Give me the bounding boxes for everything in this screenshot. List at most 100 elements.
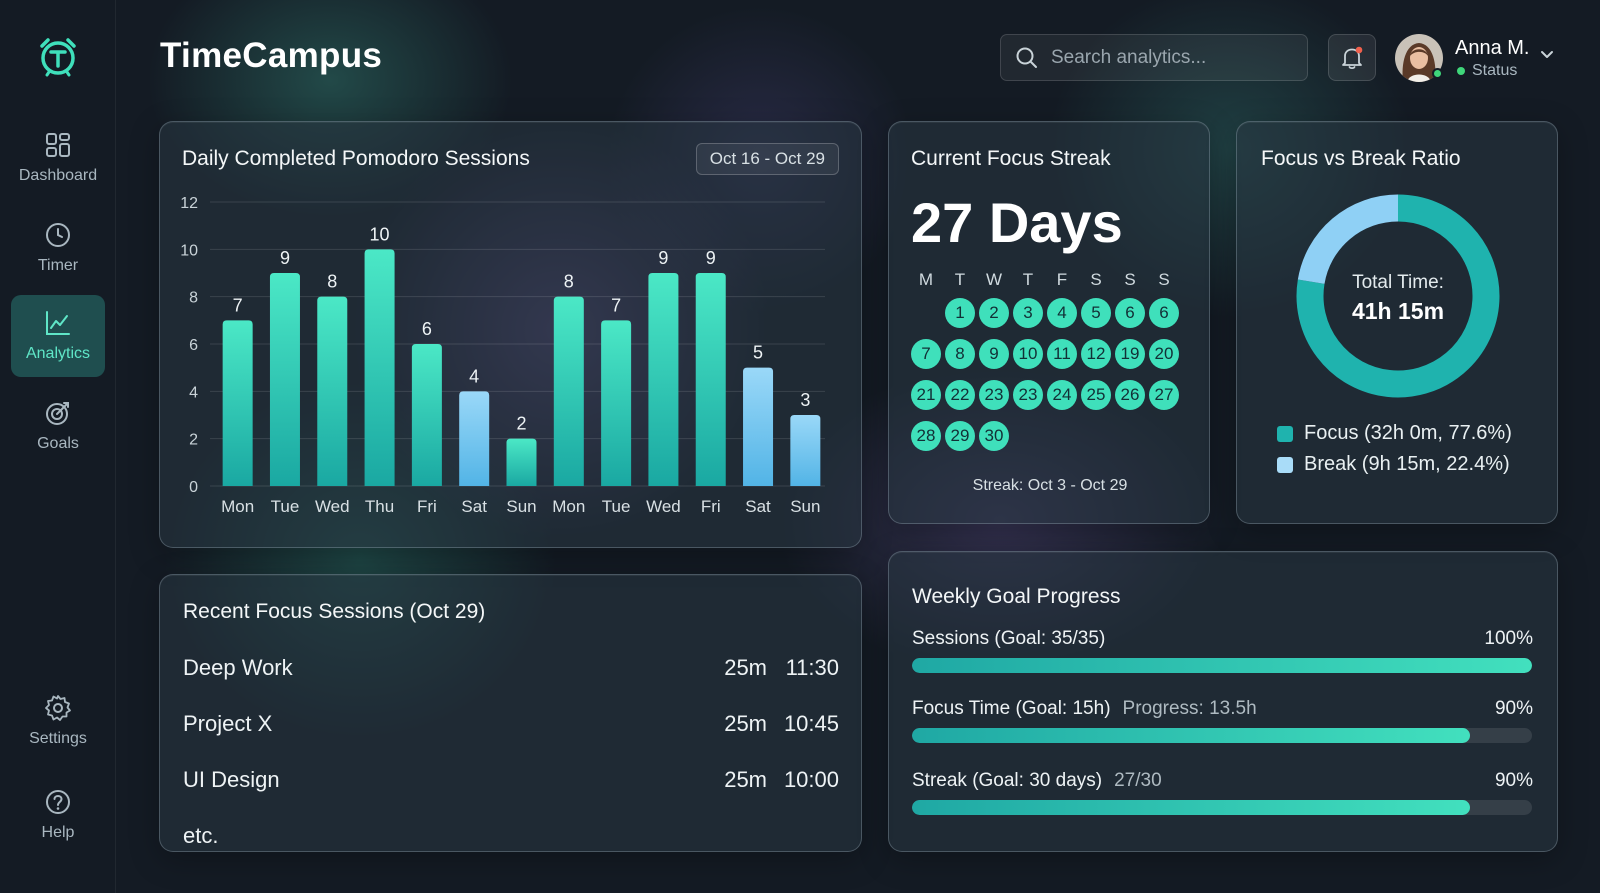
calendar-day[interactable]: 29	[945, 421, 975, 451]
weekday-header: M	[918, 270, 934, 289]
session-duration: 25m	[724, 767, 767, 792]
x-tick-label: Fri	[701, 497, 721, 516]
bar-value-label: 6	[422, 319, 432, 339]
goal-percent: 90%	[1494, 698, 1533, 719]
calendar-day[interactable]: 3	[1013, 298, 1043, 328]
donut-center-label: Total Time:	[1352, 272, 1444, 293]
calendar-day[interactable]: 10	[1013, 339, 1043, 369]
nav-timer[interactable]: Timer	[11, 207, 105, 289]
bar-value-label: 10	[370, 224, 390, 244]
calendar-day[interactable]: 23	[979, 380, 1009, 410]
calendar-day[interactable]: 24	[1047, 380, 1077, 410]
goal-progress-fill	[912, 728, 1470, 743]
goal-percent: 100%	[1484, 628, 1533, 649]
session-row[interactable]: UI Design 25m 10:00	[183, 767, 839, 793]
calendar-day[interactable]: 21	[911, 380, 941, 410]
bar	[695, 273, 726, 486]
calendar-day[interactable]: 26	[1115, 380, 1145, 410]
search-bar[interactable]	[1000, 34, 1308, 81]
x-tick-label: Tue	[602, 497, 631, 516]
goal-label-streak: Streak (Goal: 30 days) 27/30	[912, 770, 1162, 792]
calendar-day[interactable]: 27	[1149, 380, 1179, 410]
calendar-day[interactable]: 6	[1115, 298, 1145, 328]
calendar-day[interactable]: 1	[945, 298, 975, 328]
x-tick-label: Sat	[745, 497, 771, 516]
goal-progress-fill	[912, 658, 1532, 673]
focus-streak-card: Current Focus Streak 27 Days MTWTFSSS123…	[888, 121, 1210, 524]
x-tick-label: Fri	[417, 497, 437, 516]
bar	[601, 320, 632, 486]
nav-help[interactable]: Help	[11, 774, 105, 856]
y-tick-label: 2	[189, 432, 198, 449]
bar-value-label: 8	[564, 272, 574, 292]
sidebar: Dashboard Timer Analytics Goals Settings	[0, 0, 116, 893]
x-tick-label: Mon	[552, 497, 585, 516]
alarm-clock-logo-icon	[36, 34, 80, 78]
status-indicator-icon	[1457, 67, 1465, 75]
x-tick-label: Mon	[221, 497, 254, 516]
bar	[364, 249, 395, 486]
session-row[interactable]: Project X 25m 10:45	[183, 711, 839, 737]
weekday-header: F	[1056, 270, 1068, 289]
weekday-header: T	[1022, 270, 1034, 289]
session-duration: 25m	[724, 711, 767, 736]
calendar-day[interactable]: 4	[1047, 298, 1077, 328]
bar	[743, 367, 774, 486]
calendar-day[interactable]: 7	[911, 339, 941, 369]
nav-settings[interactable]: Settings	[11, 680, 105, 762]
app-title: TimeCampus	[160, 36, 383, 75]
session-time: 10:00	[783, 767, 839, 792]
goal-label-text: Focus Time (Goal: 15h)	[912, 698, 1111, 719]
session-time: 10:45	[783, 711, 839, 736]
donut-center-value: 41h 15m	[1351, 298, 1445, 324]
online-status-dot	[1432, 68, 1443, 79]
weekly-goal-card: Weekly Goal Progress Sessions (Goal: 35/…	[888, 551, 1558, 852]
chevron-down-icon[interactable]	[1540, 50, 1554, 60]
user-status: Status	[1457, 62, 1517, 80]
session-row[interactable]: Deep Work 25m 11:30	[183, 655, 839, 681]
legend-break: Break (9h 15m, 22.4%)	[1277, 453, 1510, 476]
calendar-day[interactable]: 25	[1081, 380, 1111, 410]
calendar-day[interactable]: 20	[1149, 339, 1179, 369]
weekday-header: W	[985, 270, 1003, 289]
bar-value-label: 9	[658, 248, 668, 268]
goal-percent: 90%	[1494, 770, 1533, 791]
calendar-day[interactable]: 11	[1047, 339, 1077, 369]
goal-label-text: Streak (Goal: 30 days)	[912, 770, 1103, 791]
weekday-header: S	[1124, 270, 1136, 289]
bar-value-label: 2	[516, 414, 526, 434]
x-tick-label: Wed	[646, 497, 681, 516]
card-title: Weekly Goal Progress	[912, 585, 1121, 608]
calendar-day[interactable]: 5	[1081, 298, 1111, 328]
calendar-day[interactable]: 30	[979, 421, 1009, 451]
goal-label-text: Sessions (Goal: 35/35)	[912, 628, 1106, 649]
bar-value-label: 5	[753, 343, 763, 363]
break-slice	[1297, 194, 1399, 285]
nav-label: Analytics	[25, 345, 91, 362]
calendar-day[interactable]: 6	[1149, 298, 1179, 328]
streak-value: 27 Days	[911, 191, 1123, 254]
calendar-day[interactable]: 19	[1115, 339, 1145, 369]
calendar-day[interactable]: 2	[979, 298, 1009, 328]
search-input[interactable]	[1051, 46, 1291, 69]
session-name: Deep Work	[183, 655, 293, 680]
notifications-button[interactable]	[1328, 34, 1376, 81]
calendar-day[interactable]: 28	[911, 421, 941, 451]
legend-label: Break (9h 15m, 22.4%)	[1304, 453, 1510, 475]
nav-analytics[interactable]: Analytics	[11, 295, 105, 377]
calendar-day[interactable]: 9	[979, 339, 1009, 369]
more-label: etc.	[183, 823, 219, 848]
x-tick-label: Sat	[461, 497, 487, 516]
calendar-day[interactable]: 22	[945, 380, 975, 410]
bar-value-label: 9	[280, 248, 290, 268]
calendar-day[interactable]: 8	[945, 339, 975, 369]
calendar-day[interactable]: 12	[1081, 339, 1111, 369]
calendar-day[interactable]: 23	[1013, 380, 1043, 410]
bar-value-label: 9	[706, 248, 716, 268]
nav-goals[interactable]: Goals	[11, 385, 105, 467]
bar	[411, 344, 442, 486]
bar	[317, 296, 348, 486]
y-tick-label: 6	[189, 337, 198, 354]
nav-dashboard[interactable]: Dashboard	[11, 117, 105, 199]
legend-focus: Focus (32h 0m, 77.6%)	[1277, 422, 1512, 445]
